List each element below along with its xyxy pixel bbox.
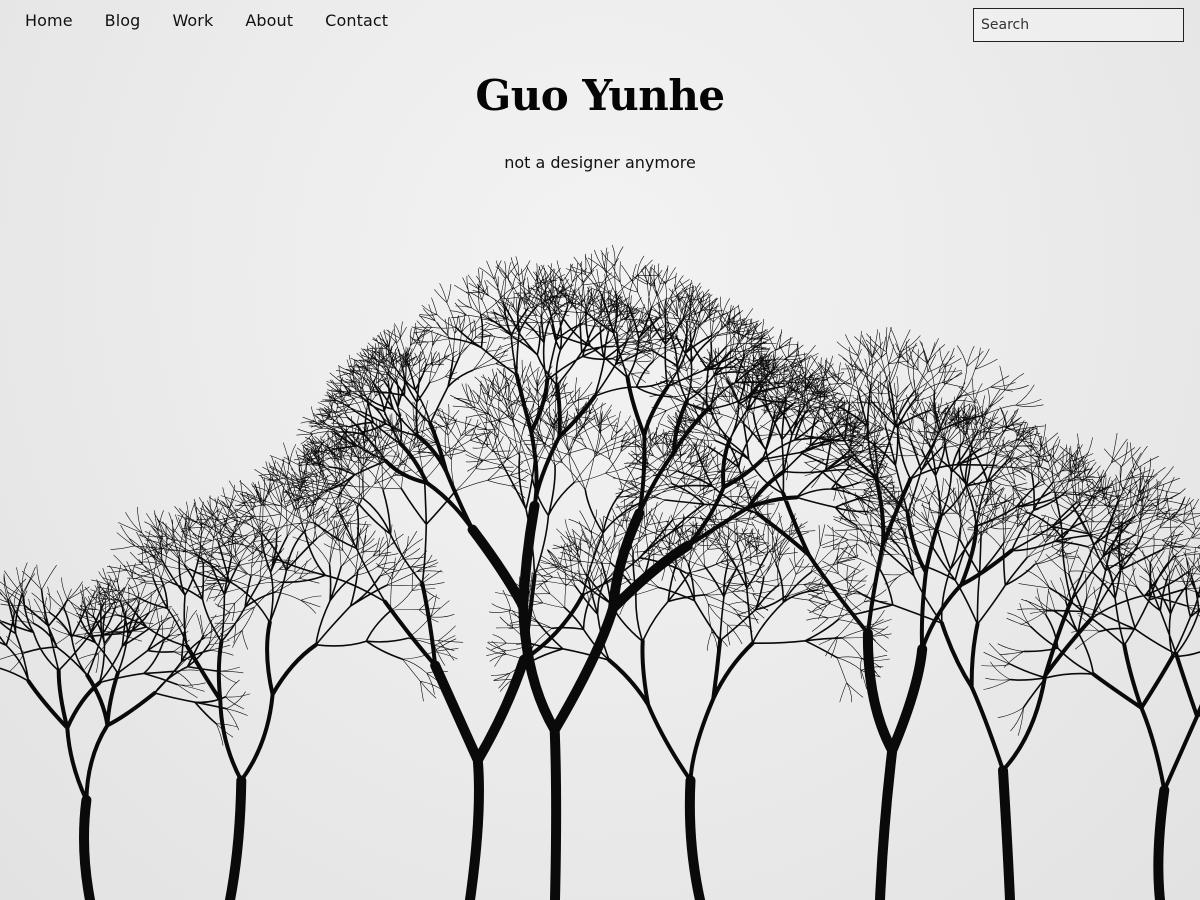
tree-branches	[79, 500, 1170, 900]
nav-link-contact[interactable]: Contact	[325, 13, 388, 29]
site-title: Guo Yunhe	[475, 71, 725, 120]
bare-trees-background	[0, 244, 1200, 900]
main-nav: Home Blog Work About Contact	[0, 0, 420, 42]
nav-link-blog[interactable]: Blog	[105, 13, 141, 29]
nav-link-about[interactable]: About	[245, 13, 293, 29]
nav-link-home[interactable]: Home	[25, 13, 73, 29]
tree-branches	[0, 244, 1200, 746]
nav-link-work[interactable]: Work	[172, 13, 213, 29]
search-input[interactable]	[973, 8, 1184, 42]
